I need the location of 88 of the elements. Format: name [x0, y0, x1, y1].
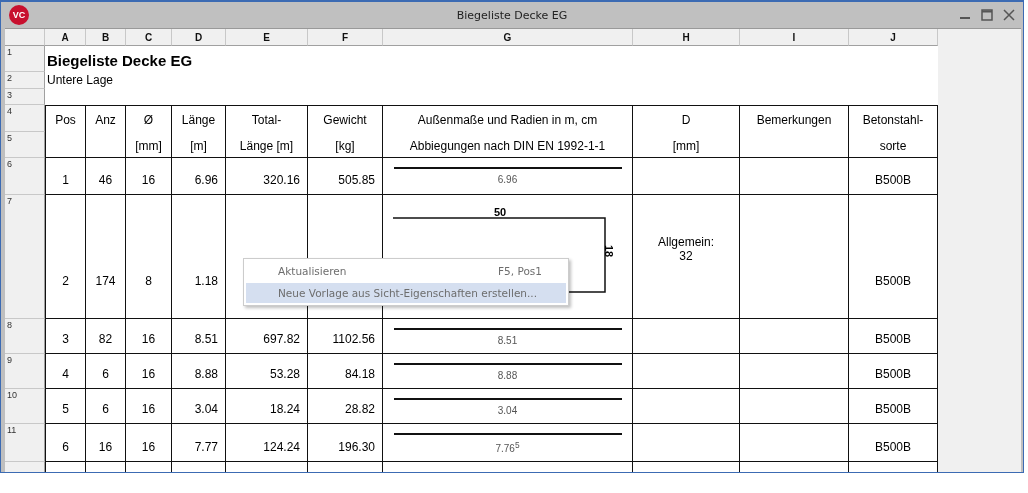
table-cell: 16 — [126, 424, 172, 462]
table-cell: 5 — [45, 389, 86, 424]
table-cell: Allgemein: 32 — [633, 195, 740, 319]
row-header[interactable]: 4 — [5, 105, 45, 132]
table-cell: 28.82 — [308, 389, 383, 424]
maximize-icon[interactable] — [981, 9, 993, 21]
menu-item[interactable]: Neue Vorlage aus Sicht-Eigenschaften erstellen... — [246, 283, 566, 303]
column-header[interactable]: E — [226, 29, 308, 46]
table-cell: 6 — [86, 389, 126, 424]
table-header-cell: Bemerkungen — [740, 105, 849, 158]
table-cell: 3 — [45, 319, 86, 354]
table-cell: B500B — [849, 195, 938, 319]
table-cell: B500B — [849, 424, 938, 462]
table-cell: 505.85 — [308, 158, 383, 195]
column-header[interactable]: C — [126, 29, 172, 46]
table-cell: 8.51 — [172, 319, 226, 354]
row-header[interactable]: 7 — [5, 195, 45, 319]
table-cell: 3.04 — [172, 389, 226, 424]
table-cell: 697.82 — [226, 319, 308, 354]
row-header[interactable]: 8 — [5, 319, 45, 354]
app-logo: VC — [9, 5, 29, 25]
menu-item[interactable]: Aktualisieren F5, Pos1 — [246, 261, 566, 281]
table-cell: 16 — [126, 389, 172, 424]
row-header[interactable]: 10 — [5, 389, 45, 424]
window-title: Biegeliste Decke EG — [456, 8, 568, 22]
table-cell: B500B — [849, 354, 938, 389]
row-header[interactable]: 11 — [5, 424, 45, 462]
row-header[interactable]: 9 — [5, 354, 45, 389]
table-cell: 4 — [45, 354, 86, 389]
row-header[interactable]: 3 — [5, 89, 45, 105]
table-cell: 7.77 — [172, 424, 226, 462]
table-cell: 16 — [126, 158, 172, 195]
table-cell: 82 — [86, 319, 126, 354]
bar-length: 7.76$^{5}$ — [495, 439, 520, 454]
table-cell: 16 — [126, 319, 172, 354]
table-header-cell: Ø [mm] — [126, 105, 172, 158]
column-header[interactable]: F — [308, 29, 383, 46]
bar-length: 8.51 — [497, 334, 518, 346]
table-cell: 320.16 — [226, 158, 308, 195]
table-cell: 18.24 — [226, 389, 308, 424]
table-header-cell: Anz — [86, 105, 126, 158]
table-cell: 16 — [86, 424, 126, 462]
table-cell: 46 — [86, 158, 126, 195]
table-cell: 124.24 — [226, 424, 308, 462]
close-icon[interactable] — [1003, 9, 1015, 21]
table-header-cell: Gewicht [kg] — [308, 105, 383, 158]
bar-length: 3.04 — [497, 404, 518, 416]
table-header-cell: Außenmaße und Radien in m, cm Abbiegungen nach DIN EN 1992-1-1 — [383, 105, 633, 158]
column-header[interactable]: B — [86, 29, 126, 46]
table-header-cell: Total- Länge [m] — [226, 105, 308, 158]
column-header[interactable]: J — [849, 29, 938, 46]
table-cell: 84.18 — [308, 354, 383, 389]
column-header[interactable]: A — [45, 29, 86, 46]
table-cell: 1.18 — [172, 195, 226, 319]
table-header-cell: Pos — [45, 105, 86, 158]
table-header-cell: Betonstahl- sorte — [849, 105, 938, 158]
table-cell: 8.88 — [172, 354, 226, 389]
column-header[interactable]: H — [633, 29, 740, 46]
sheet-subtitle: Untere Lage — [46, 72, 115, 89]
table-header-cell: Länge [m] — [172, 105, 226, 158]
table-cell: 6 — [86, 354, 126, 389]
table-cell: 1102.56 — [308, 319, 383, 354]
table-cell: 6.96 — [172, 158, 226, 195]
row-header[interactable]: 6 — [5, 158, 45, 195]
table-cell: B500B — [849, 158, 938, 195]
table-cell: 53.28 — [226, 354, 308, 389]
table-cell: 2 — [45, 195, 86, 319]
table-cell: B500B — [849, 319, 938, 354]
table-cell: 16 — [126, 354, 172, 389]
table-cell: 8 — [126, 195, 172, 319]
row-header[interactable]: 5 — [5, 132, 45, 158]
table-cell: 1 — [45, 158, 86, 195]
row-header[interactable]: 2 — [5, 72, 45, 89]
column-header[interactable]: G — [383, 29, 633, 46]
bar-dimension: 50 — [494, 206, 507, 218]
column-header[interactable]: D — [172, 29, 226, 46]
table-cell: 174 — [86, 195, 126, 319]
bar-length: 8.88 — [497, 369, 518, 381]
table-cell: B500B — [849, 389, 938, 424]
select-all-corner[interactable] — [5, 29, 45, 46]
bar-length: 6.96 — [497, 173, 518, 185]
table-cell: 196.30 — [308, 424, 383, 462]
column-header[interactable]: I — [740, 29, 849, 46]
table-header-cell: D [mm] — [633, 105, 740, 158]
row-header[interactable]: 1 — [5, 46, 45, 72]
bar-dimension: 18 — [603, 244, 616, 258]
table-cell: 6 — [45, 424, 86, 462]
sheet-title: Biegeliste Decke EG — [46, 51, 194, 71]
